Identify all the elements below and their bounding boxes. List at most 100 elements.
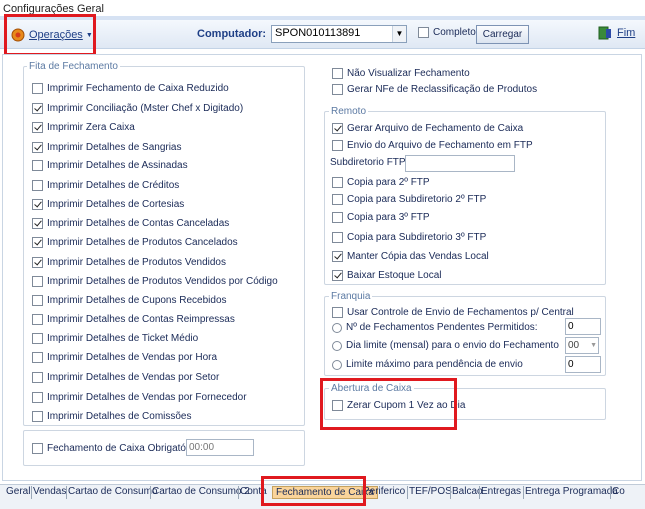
baixar-estoque-row[interactable]: Baixar Estoque Local: [332, 270, 442, 281]
fita-option-checkbox[interactable]: [32, 142, 43, 153]
fita-option-row[interactable]: Imprimir Fechamento de Caixa Reduzido: [32, 83, 229, 94]
fita-option-row[interactable]: Imprimir Detalhes de Produtos Vendidos: [32, 257, 226, 268]
tab-co[interactable]: Co: [612, 486, 625, 497]
fita-option-row[interactable]: Imprimir Detalhes de Contas Canceladas: [32, 218, 229, 229]
limite-maximo-row[interactable]: Limite máximo para pendência de envio: [332, 359, 523, 370]
fita-option-row[interactable]: Imprimir Detalhes de Comissões: [32, 411, 192, 422]
num-fechamentos-radio[interactable]: [332, 322, 342, 333]
limite-maximo-radio[interactable]: [332, 359, 342, 370]
gerar-arquivo-checkbox[interactable]: [332, 123, 343, 134]
fita-option-row[interactable]: Imprimir Detalhes de Vendas por Hora: [32, 352, 217, 363]
fita-option-checkbox[interactable]: [32, 103, 43, 114]
fita-option-checkbox[interactable]: [32, 122, 43, 133]
fita-option-checkbox[interactable]: [32, 314, 43, 325]
fita-option-checkbox[interactable]: [32, 199, 43, 210]
franquia-title: Franquia: [329, 291, 373, 302]
limite-maximo-input[interactable]: 0: [565, 356, 601, 373]
manter-copia-row[interactable]: Manter Cópia das Vendas Local: [332, 251, 489, 262]
fita-option-checkbox[interactable]: [32, 392, 43, 403]
tab-separator: [238, 486, 239, 499]
envio-ftp-row[interactable]: Envio do Arquivo de Fechamento em FTP: [332, 140, 533, 151]
gerar-nfe-checkbox[interactable]: [332, 84, 343, 95]
subdiretorio-label: Subdiretorio FTP:: [330, 157, 409, 168]
subdiretorio-input[interactable]: [405, 155, 515, 172]
copia-sub3-row[interactable]: Copia para Subdiretorio 3º FTP: [332, 232, 486, 243]
fita-option-checkbox[interactable]: [32, 237, 43, 248]
fita-option-row[interactable]: Imprimir Detalhes de Contas Reimpressas: [32, 314, 235, 325]
fim-button[interactable]: Fim: [597, 25, 635, 41]
fita-option-checkbox[interactable]: [32, 352, 43, 363]
fita-option-row[interactable]: Imprimir Detalhes de Vendas por Forneced…: [32, 392, 247, 403]
dia-limite-row[interactable]: Dia limite (mensal) para o envio do Fech…: [332, 340, 559, 351]
tab-entrega-programada[interactable]: Entrega Programada: [525, 486, 618, 497]
chevron-down-icon: ▼: [590, 342, 597, 349]
copia2-row[interactable]: Copia para 2º FTP: [332, 177, 430, 188]
fita-option-row[interactable]: Imprimir Detalhes de Produtos Vendidos p…: [32, 276, 278, 287]
num-fechamentos-row[interactable]: Nº de Fechamentos Pendentes Permitidos:: [332, 322, 538, 333]
copia-sub2-row[interactable]: Copia para Subdiretorio 2º FTP: [332, 194, 486, 205]
tab-periferico[interactable]: Periferico: [363, 486, 405, 497]
gerar-arquivo-row[interactable]: Gerar Arquivo de Fechamento de Caixa: [332, 123, 523, 134]
tab-cartao-de-consumo[interactable]: Cartao de Consumo: [68, 486, 158, 497]
fita-option-row[interactable]: Imprimir Detalhes de Cortesias: [32, 199, 184, 210]
completo-checkbox[interactable]: [418, 27, 429, 38]
fita-option-row[interactable]: Imprimir Detalhes de Créditos: [32, 180, 179, 191]
obrigatorio-time-input[interactable]: 00:00: [186, 439, 254, 456]
dia-limite-select[interactable]: 00 ▼: [565, 337, 599, 354]
dia-limite-radio[interactable]: [332, 340, 342, 351]
usar-controle-checkbox[interactable]: [332, 307, 343, 318]
fita-option-checkbox[interactable]: [32, 83, 43, 94]
fita-option-checkbox[interactable]: [32, 257, 43, 268]
fita-option-checkbox[interactable]: [32, 218, 43, 229]
fita-option-row[interactable]: Imprimir Detalhes de Ticket Médio: [32, 333, 198, 344]
nao-visualizar-checkbox[interactable]: [332, 68, 343, 79]
tab-tef-pos[interactable]: TEF/POS: [409, 486, 452, 497]
fita-option-checkbox[interactable]: [32, 180, 43, 191]
tab-vendas[interactable]: Vendas: [33, 486, 66, 497]
fita-option-checkbox[interactable]: [32, 276, 43, 287]
obrigatorio-checkbox[interactable]: [32, 443, 43, 454]
highlight-fechamento-tab: [261, 476, 366, 506]
fita-option-checkbox[interactable]: [32, 333, 43, 344]
chevron-down-icon[interactable]: ▼: [392, 26, 406, 42]
copia2-checkbox[interactable]: [332, 177, 343, 188]
tab-cartao-de-consumo-2[interactable]: Cartao de Consumo 2: [152, 486, 250, 497]
fita-option-row[interactable]: Imprimir Detalhes de Vendas por Setor: [32, 372, 219, 383]
highlight-abertura-caixa: [320, 378, 457, 430]
tab-separator: [450, 486, 451, 499]
copia-sub2-checkbox[interactable]: [332, 194, 343, 205]
fita-option-checkbox[interactable]: [32, 160, 43, 171]
copia-sub3-checkbox[interactable]: [332, 232, 343, 243]
fita-option-checkbox[interactable]: [32, 411, 43, 422]
carregar-button[interactable]: Carregar: [476, 25, 529, 44]
usar-controle-row[interactable]: Usar Controle de Envio de Fechamentos p/…: [332, 307, 574, 318]
fita-fechamento-title: Fita de Fechamento: [27, 61, 120, 72]
manter-copia-checkbox[interactable]: [332, 251, 343, 262]
fita-option-row[interactable]: Imprimir Zera Caixa: [32, 122, 135, 133]
computador-combobox[interactable]: SPON010113891 ▼: [271, 25, 407, 43]
tab-balcao[interactable]: Balcao: [452, 486, 483, 497]
tab-geral[interactable]: Geral: [6, 486, 30, 497]
gerar-nfe-row[interactable]: Gerar NFe de Reclassificação de Produtos: [332, 84, 537, 95]
computador-label: Computador:: [197, 28, 267, 40]
copia3-checkbox[interactable]: [332, 212, 343, 223]
envio-ftp-checkbox[interactable]: [332, 140, 343, 151]
fita-option-label: Imprimir Zera Caixa: [47, 122, 135, 133]
fita-option-row[interactable]: Imprimir Detalhes de Assinadas: [32, 160, 188, 171]
nao-visualizar-row[interactable]: Não Visualizar Fechamento: [332, 68, 470, 79]
baixar-estoque-checkbox[interactable]: [332, 270, 343, 281]
num-fechamentos-input[interactable]: 0: [565, 318, 601, 335]
completo-checkbox-row[interactable]: Completo: [418, 27, 476, 38]
fita-option-row[interactable]: Imprimir Detalhes de Sangrias: [32, 142, 182, 153]
tab-separator: [479, 486, 480, 499]
fita-option-label: Imprimir Detalhes de Créditos: [47, 180, 180, 191]
fita-option-checkbox[interactable]: [32, 295, 43, 306]
obrigatorio-checkbox-row[interactable]: Fechamento de Caixa Obrigatório: [32, 443, 197, 454]
tab-entregas[interactable]: Entregas: [481, 486, 521, 497]
exit-door-icon: [598, 26, 611, 40]
fita-option-row[interactable]: Imprimir Detalhes de Produtos Cancelados: [32, 237, 238, 248]
fita-option-row[interactable]: Imprimir Detalhes de Cupons Recebidos: [32, 295, 227, 306]
copia3-row[interactable]: Copia para 3º FTP: [332, 212, 430, 223]
fita-option-checkbox[interactable]: [32, 372, 43, 383]
fita-option-row[interactable]: Imprimir Conciliação (Mster Chef x Digit…: [32, 103, 243, 114]
